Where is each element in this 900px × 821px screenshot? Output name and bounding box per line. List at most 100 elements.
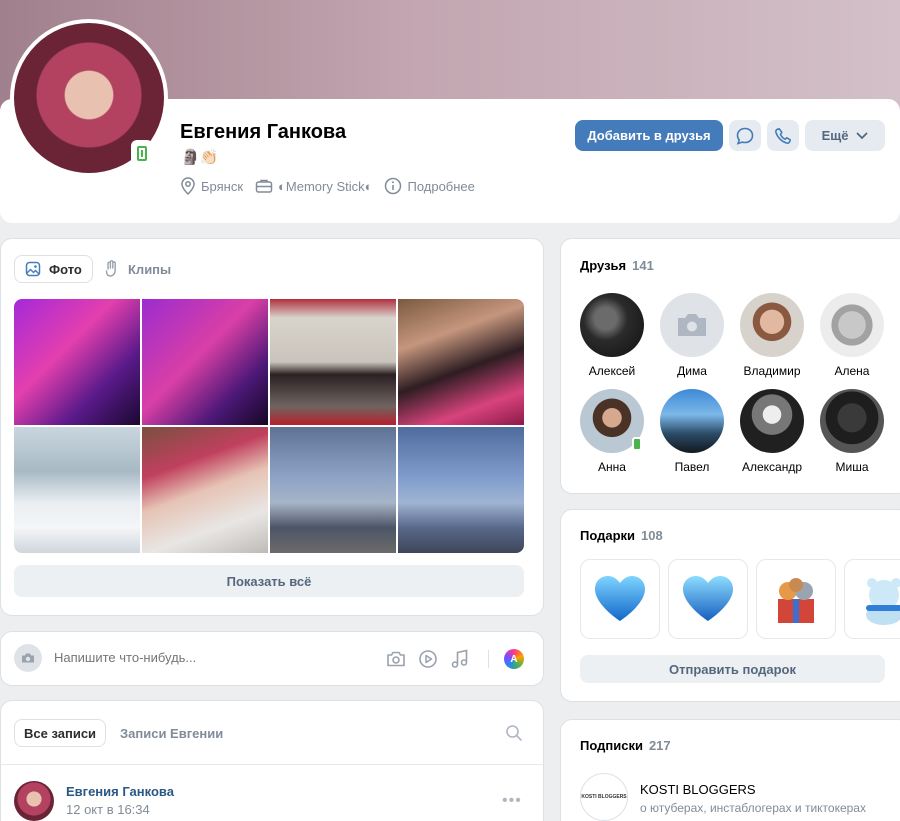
- polar-bear-gift-icon: [866, 578, 900, 625]
- friend-item[interactable]: Павел: [652, 389, 732, 474]
- composer-avatar: [14, 644, 42, 672]
- profile-name: Евгения Ганкова: [180, 121, 347, 143]
- tab-clips[interactable]: Клипы: [104, 255, 171, 283]
- divider: [0, 764, 544, 765]
- tab-own-posts[interactable]: Записи Евгении: [120, 719, 223, 747]
- friend-item[interactable]: Владимир: [732, 293, 812, 378]
- play-circle-icon: [419, 650, 437, 668]
- subscriptions-count: 217: [648, 738, 671, 753]
- friend-name: Павел: [674, 460, 710, 474]
- friend-item[interactable]: Алексей: [572, 293, 652, 378]
- profile-info-line: Брянск ◐Memory Stick◐ Подробнее: [180, 176, 487, 196]
- add-friend-button[interactable]: Добавить в друзья: [575, 120, 723, 151]
- friend-item[interactable]: Миша: [812, 389, 892, 474]
- post-time[interactable]: 12 окт в 16:34: [66, 802, 150, 817]
- work-label: ◐Memory Stick◐: [278, 178, 373, 194]
- photo-thumb[interactable]: [142, 299, 268, 425]
- more-label: Ещё: [821, 128, 849, 143]
- friend-item[interactable]: Александр: [732, 389, 812, 474]
- call-button[interactable]: [767, 120, 799, 151]
- city-label: Брянск: [201, 178, 244, 194]
- tab-photos-label: Фото: [49, 261, 82, 277]
- ai-assistant-icon[interactable]: A: [504, 649, 524, 669]
- attach-music-button[interactable]: [450, 649, 470, 669]
- friend-avatar: [660, 293, 724, 357]
- attach-photo-button[interactable]: [386, 649, 406, 669]
- friend-name: Александр: [741, 460, 803, 474]
- gift-box-icon: [778, 578, 814, 623]
- mobile-online-icon: [131, 140, 153, 166]
- subscriptions-title: Подписки: [580, 738, 643, 753]
- subscription-avatar[interactable]: KOSTI BLOGGERS: [580, 773, 628, 821]
- tab-photos[interactable]: Фото: [14, 255, 93, 283]
- friend-item[interactable]: Анна: [572, 389, 652, 474]
- wall-search-button[interactable]: [505, 724, 523, 747]
- image-icon: [25, 261, 41, 277]
- photo-thumb[interactable]: [398, 299, 524, 425]
- photo-thumb[interactable]: [398, 427, 524, 553]
- composer-input[interactable]: [54, 650, 354, 665]
- location-icon: [181, 177, 195, 195]
- friend-item[interactable]: Дима: [652, 293, 732, 378]
- photo-thumb[interactable]: [14, 299, 140, 425]
- camera-icon: [22, 653, 34, 663]
- heart-gift-icon: [683, 576, 733, 621]
- subscription-logo-text: KOSTI BLOGGERS: [581, 794, 627, 800]
- friend-avatar: [660, 389, 724, 453]
- friend-avatar: [580, 389, 644, 453]
- divider: [488, 650, 489, 668]
- friend-name: Алена: [834, 364, 870, 378]
- heart-gift-icon: [595, 576, 645, 621]
- message-icon: [736, 127, 754, 145]
- friend-avatar: [740, 293, 804, 357]
- friend-item[interactable]: Алена: [812, 293, 892, 378]
- post-author-name[interactable]: Евгения Ганкова: [66, 784, 174, 799]
- friends-count: 141: [632, 258, 654, 273]
- friend-avatar: [820, 389, 884, 453]
- gifts-count: 108: [641, 528, 663, 543]
- friend-name: Анна: [598, 460, 626, 474]
- info-icon: [385, 177, 402, 195]
- friend-name: Миша: [835, 460, 869, 474]
- post-menu-icon[interactable]: •••: [502, 792, 522, 810]
- gifts-header[interactable]: Подарки 108: [580, 528, 663, 543]
- camera-icon: [678, 314, 706, 336]
- clips-icon: [105, 260, 116, 277]
- gift-item[interactable]: [756, 559, 836, 639]
- more-button[interactable]: Ещё: [805, 120, 885, 151]
- camera-icon: [387, 651, 405, 667]
- friend-name: Владимир: [743, 364, 801, 378]
- music-note-icon: [451, 649, 468, 668]
- friend-avatar: [580, 293, 644, 357]
- friend-avatar: [740, 389, 804, 453]
- gift-item[interactable]: [668, 559, 748, 639]
- friends-header[interactable]: Друзья 141: [580, 258, 654, 273]
- more-info-link[interactable]: Подробнее: [384, 177, 475, 195]
- gift-item[interactable]: [844, 559, 900, 639]
- friend-name: Дима: [677, 364, 707, 378]
- profile-status: 🗿👏🏻: [181, 149, 219, 166]
- more-info-label: Подробнее: [407, 178, 475, 194]
- tab-all-posts[interactable]: Все записи: [14, 719, 107, 747]
- photo-thumb[interactable]: [270, 427, 396, 553]
- work-item[interactable]: ◐Memory Stick◐: [255, 178, 372, 194]
- gifts-title: Подарки: [580, 528, 636, 543]
- gift-item[interactable]: [580, 559, 660, 639]
- photo-thumb[interactable]: [14, 427, 140, 553]
- tab-clips-label: Клипы: [128, 261, 172, 277]
- photo-thumb[interactable]: [270, 299, 396, 425]
- message-button[interactable]: [729, 120, 761, 151]
- show-all-button[interactable]: Показать всё: [14, 565, 524, 597]
- mobile-online-icon: [632, 437, 642, 451]
- chevron-down-icon: [857, 132, 868, 139]
- friend-avatar: [820, 293, 884, 357]
- subscriptions-header[interactable]: Подписки 217: [580, 738, 671, 753]
- photo-thumb[interactable]: [142, 427, 268, 553]
- city-item: Брянск: [180, 177, 243, 195]
- send-gift-button[interactable]: Отправить подарок: [580, 655, 885, 683]
- attach-video-button[interactable]: [418, 649, 438, 669]
- friends-title: Друзья: [580, 258, 627, 273]
- subscription-description: о ютуберах, инстаблогерах и тиктокерах: [640, 801, 866, 815]
- subscription-name[interactable]: KOSTI BLOGGERS: [640, 782, 756, 797]
- post-author-avatar[interactable]: [14, 781, 54, 821]
